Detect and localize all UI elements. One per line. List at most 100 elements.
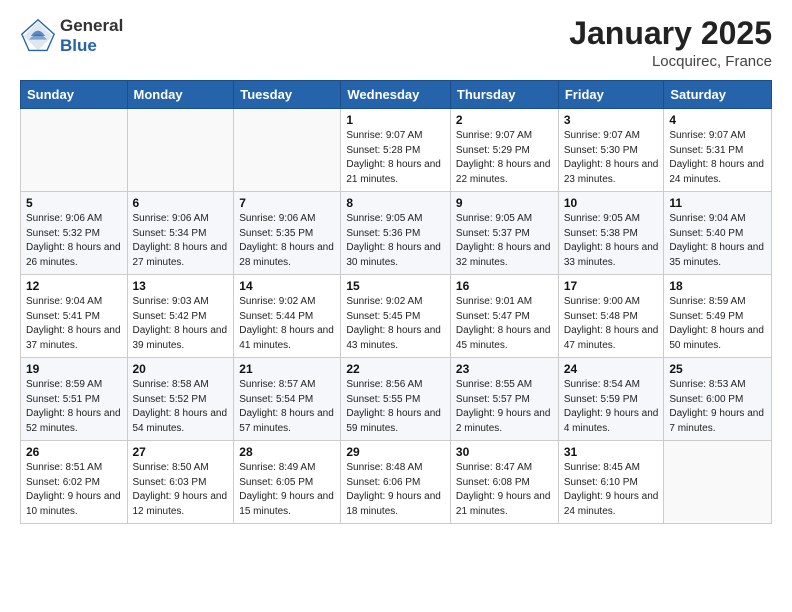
day-number: 20 [133, 362, 229, 376]
table-row: 10Sunrise: 9:05 AMSunset: 5:38 PMDayligh… [558, 192, 664, 275]
col-wednesday: Wednesday [341, 81, 451, 109]
day-info: Sunrise: 9:06 AMSunset: 5:35 PMDaylight:… [239, 212, 335, 270]
day-info: Sunrise: 8:54 AMSunset: 5:59 PMDaylight:… [564, 378, 659, 436]
day-number: 25 [669, 362, 766, 376]
day-info: Sunrise: 8:55 AMSunset: 5:57 PMDaylight:… [456, 378, 553, 436]
col-tuesday: Tuesday [234, 81, 341, 109]
day-info: Sunrise: 9:06 AMSunset: 5:34 PMDaylight:… [133, 212, 229, 270]
table-row: 15 Sunrise: 9:02 AMSunset: 5:45 PMDayligh… [341, 275, 451, 358]
location: Locquirec, France [569, 53, 772, 70]
day-number: 31 [564, 445, 659, 459]
table-row: 2Sunrise: 9:07 AMSunset: 5:29 PMDaylight… [450, 109, 558, 192]
table-row [127, 109, 234, 192]
day-info: Sunrise: 9:05 AMSunset: 5:38 PMDaylight:… [564, 212, 659, 270]
day-info: Sunrise: 9:07 AMSunset: 5:28 PMDaylight:… [346, 129, 445, 187]
day-info: Sunrise: 8:47 AMSunset: 6:08 PMDaylight:… [456, 461, 553, 519]
day-info: Sunrise: 8:59 AMSunset: 5:51 PMDaylight:… [26, 378, 122, 436]
day-info: Sunrise: 9:03 AMSunset: 5:42 PMDaylight:… [133, 295, 229, 353]
day-number: 16 [456, 279, 553, 293]
table-row: 16Sunrise: 9:01 AMSunset: 5:47 PMDayligh… [450, 275, 558, 358]
table-row: 30 Sunrise: 8:47 AMSunset: 6:08 PMDayligh… [450, 441, 558, 524]
table-row: 25 Sunrise: 8:53 AMSunset: 6:00 PMDayligh… [664, 358, 772, 441]
col-monday: Monday [127, 81, 234, 109]
day-info: Sunrise: 9:07 AMSunset: 5:31 PMDaylight:… [669, 129, 766, 187]
table-row: 7Sunrise: 9:06 AMSunset: 5:35 PMDaylight… [234, 192, 341, 275]
logo: General Blue [20, 16, 123, 55]
day-info: Sunrise: 9:02 AMSunset: 5:45 PMDaylight:… [346, 295, 445, 353]
table-row: 22Sunrise: 8:56 AMSunset: 5:55 PMDayligh… [341, 358, 451, 441]
day-info: Sunrise: 9:07 AMSunset: 5:30 PMDaylight:… [564, 129, 659, 187]
day-info: Sunrise: 8:56 AMSunset: 5:55 PMDaylight:… [346, 378, 445, 436]
day-number: 23 [456, 362, 553, 376]
day-number: 18 [669, 279, 766, 293]
table-row: 12 Sunrise: 9:04 AMSunset: 5:41 PMDayligh… [21, 275, 128, 358]
logo-icon [20, 18, 56, 54]
day-number: 27 [133, 445, 229, 459]
table-row: 21Sunrise: 8:57 AMSunset: 5:54 PMDayligh… [234, 358, 341, 441]
calendar-row-1: 5Sunrise: 9:06 AMSunset: 5:32 PMDaylight… [21, 192, 772, 275]
day-number: 14 [239, 279, 335, 293]
calendar-row-0: 1 Sunrise: 9:07 AMSunset: 5:28 PMDaylight… [21, 109, 772, 192]
col-sunday: Sunday [21, 81, 128, 109]
day-number: 4 [669, 113, 766, 127]
day-info: Sunrise: 9:04 AMSunset: 5:41 PMDaylight:… [26, 295, 122, 353]
day-number: 21 [239, 362, 335, 376]
day-info: Sunrise: 8:48 AMSunset: 6:06 PMDaylight:… [346, 461, 445, 519]
col-saturday: Saturday [664, 81, 772, 109]
day-number: 29 [346, 445, 445, 459]
day-number: 3 [564, 113, 659, 127]
table-row: 11Sunrise: 9:04 AMSunset: 5:40 PMDayligh… [664, 192, 772, 275]
day-number: 11 [669, 196, 766, 210]
table-row: 20 Sunrise: 8:58 AMSunset: 5:52 PMDayligh… [127, 358, 234, 441]
day-info: Sunrise: 9:06 AMSunset: 5:32 PMDaylight:… [26, 212, 122, 270]
table-row: 4 Sunrise: 9:07 AMSunset: 5:31 PMDaylight… [664, 109, 772, 192]
table-row: 6Sunrise: 9:06 AMSunset: 5:34 PMDaylight… [127, 192, 234, 275]
table-row: 1 Sunrise: 9:07 AMSunset: 5:28 PMDaylight… [341, 109, 451, 192]
calendar: Sunday Monday Tuesday Wednesday Thursday… [20, 80, 772, 524]
day-number: 12 [26, 279, 122, 293]
day-number: 28 [239, 445, 335, 459]
day-number: 8 [346, 196, 445, 210]
logo-blue: Blue [60, 36, 123, 56]
table-row: 18 Sunrise: 8:59 AMSunset: 5:49 PMDayligh… [664, 275, 772, 358]
table-row: 28Sunrise: 8:49 AMSunset: 6:05 PMDayligh… [234, 441, 341, 524]
day-info: Sunrise: 9:00 AMSunset: 5:48 PMDaylight:… [564, 295, 659, 353]
day-number: 24 [564, 362, 659, 376]
table-row [21, 109, 128, 192]
day-info: Sunrise: 9:05 AMSunset: 5:36 PMDaylight:… [346, 212, 445, 270]
table-row: 31 Sunrise: 8:45 AMSunset: 6:10 PMDayligh… [558, 441, 664, 524]
calendar-row-3: 19Sunrise: 8:59 AMSunset: 5:51 PMDayligh… [21, 358, 772, 441]
table-row: 14Sunrise: 9:02 AMSunset: 5:44 PMDayligh… [234, 275, 341, 358]
month-title: January 2025 [569, 16, 772, 51]
title-block: January 2025 Locquirec, France [569, 16, 772, 70]
table-row [234, 109, 341, 192]
col-thursday: Thursday [450, 81, 558, 109]
col-friday: Friday [558, 81, 664, 109]
day-info: Sunrise: 8:58 AMSunset: 5:52 PMDaylight:… [133, 378, 229, 436]
day-info: Sunrise: 9:07 AMSunset: 5:29 PMDaylight:… [456, 129, 553, 187]
table-row: 24 Sunrise: 8:54 AMSunset: 5:59 PMDayligh… [558, 358, 664, 441]
day-number: 30 [456, 445, 553, 459]
table-row: 17 Sunrise: 9:00 AMSunset: 5:48 PMDayligh… [558, 275, 664, 358]
table-row: 19Sunrise: 8:59 AMSunset: 5:51 PMDayligh… [21, 358, 128, 441]
day-number: 1 [346, 113, 445, 127]
table-row: 26 Sunrise: 8:51 AMSunset: 6:02 PMDayligh… [21, 441, 128, 524]
day-info: Sunrise: 8:51 AMSunset: 6:02 PMDaylight:… [26, 461, 122, 519]
table-row: 13 Sunrise: 9:03 AMSunset: 5:42 PMDayligh… [127, 275, 234, 358]
day-number: 26 [26, 445, 122, 459]
day-number: 17 [564, 279, 659, 293]
calendar-row-2: 12 Sunrise: 9:04 AMSunset: 5:41 PMDayligh… [21, 275, 772, 358]
table-row: 8 Sunrise: 9:05 AMSunset: 5:36 PMDaylight… [341, 192, 451, 275]
day-number: 15 [346, 279, 445, 293]
day-number: 13 [133, 279, 229, 293]
day-info: Sunrise: 8:59 AMSunset: 5:49 PMDaylight:… [669, 295, 766, 353]
table-row [664, 441, 772, 524]
table-row: 5Sunrise: 9:06 AMSunset: 5:32 PMDaylight… [21, 192, 128, 275]
logo-general: General [60, 16, 123, 36]
page: General Blue January 2025 Locquirec, Fra… [0, 0, 792, 612]
table-row: 23 Sunrise: 8:55 AMSunset: 5:57 PMDayligh… [450, 358, 558, 441]
table-row: 9Sunrise: 9:05 AMSunset: 5:37 PMDaylight… [450, 192, 558, 275]
day-info: Sunrise: 8:53 AMSunset: 6:00 PMDaylight:… [669, 378, 766, 436]
day-info: Sunrise: 9:05 AMSunset: 5:37 PMDaylight:… [456, 212, 553, 270]
day-info: Sunrise: 8:45 AMSunset: 6:10 PMDaylight:… [564, 461, 659, 519]
